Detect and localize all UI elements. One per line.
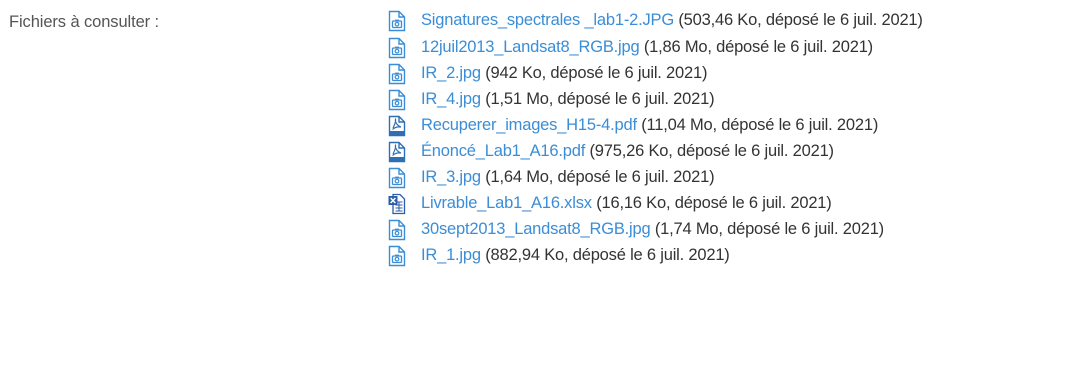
file-item: 12juil2013_Landsat8_RGB.jpg (1,86 Mo, dé… <box>388 35 1078 59</box>
file-link[interactable]: 12juil2013_Landsat8_RGB.jpg <box>421 38 640 56</box>
file-meta: (503,46 Ko, déposé le 6 juil. 2021) <box>678 11 923 29</box>
file-item: 30sept2013_Landsat8_RGB.jpg (1,74 Mo, dé… <box>388 217 1078 241</box>
file-link[interactable]: 30sept2013_Landsat8_RGB.jpg <box>421 220 651 238</box>
image-file-icon <box>388 37 406 59</box>
file-entry: Recuperer_images_H15-4.pdf (11,04 Mo, dé… <box>421 113 1078 137</box>
file-entry: IR_2.jpg (942 Ko, déposé le 6 juil. 2021… <box>421 61 1078 85</box>
image-file-icon <box>388 245 406 267</box>
file-entry: IR_3.jpg (1,64 Mo, déposé le 6 juil. 202… <box>421 165 1078 189</box>
file-link[interactable]: IR_4.jpg <box>421 90 481 108</box>
file-item: IR_1.jpg (882,94 Ko, déposé le 6 juil. 2… <box>388 243 1078 267</box>
file-link[interactable]: Énoncé_Lab1_A16.pdf <box>421 142 585 160</box>
file-link[interactable]: Signatures_spectrales _lab1-2.JPG <box>421 11 674 29</box>
file-link[interactable]: IR_2.jpg <box>421 64 481 82</box>
file-link[interactable]: IR_1.jpg <box>421 246 481 264</box>
file-link[interactable]: IR_3.jpg <box>421 168 481 186</box>
file-entry: 30sept2013_Landsat8_RGB.jpg (1,74 Mo, dé… <box>421 217 1078 241</box>
file-entry: IR_4.jpg (1,51 Mo, déposé le 6 juil. 202… <box>421 87 1078 111</box>
file-entry: Énoncé_Lab1_A16.pdf (975,26 Ko, déposé l… <box>421 139 1078 163</box>
image-file-icon <box>388 10 406 32</box>
file-item: Recuperer_images_H15-4.pdf (11,04 Mo, dé… <box>388 113 1078 137</box>
file-entry: IR_1.jpg (882,94 Ko, déposé le 6 juil. 2… <box>421 243 1078 267</box>
file-link[interactable]: Livrable_Lab1_A16.xlsx <box>421 194 592 212</box>
file-meta: (11,04 Mo, déposé le 6 juil. 2021) <box>641 116 879 134</box>
file-item: IR_2.jpg (942 Ko, déposé le 6 juil. 2021… <box>388 61 1078 85</box>
file-entry: 12juil2013_Landsat8_RGB.jpg (1,86 Mo, dé… <box>421 35 1078 59</box>
file-meta: (882,94 Ko, déposé le 6 juil. 2021) <box>485 246 730 264</box>
image-file-icon <box>388 167 406 189</box>
excel-file-icon <box>388 193 406 215</box>
file-item: IR_4.jpg (1,51 Mo, déposé le 6 juil. 202… <box>388 87 1078 111</box>
image-file-icon <box>388 63 406 85</box>
files-label: Fichiers à consulter : <box>9 13 160 31</box>
file-item: IR_3.jpg (1,64 Mo, déposé le 6 juil. 202… <box>388 165 1078 189</box>
file-meta: (1,74 Mo, déposé le 6 juil. 2021) <box>654 220 884 238</box>
file-entry: Livrable_Lab1_A16.xlsx (16,16 Ko, déposé… <box>421 191 1078 215</box>
file-link[interactable]: Recuperer_images_H15-4.pdf <box>421 116 637 134</box>
file-meta: (1,86 Mo, déposé le 6 juil. 2021) <box>643 38 873 56</box>
file-entry: Signatures_spectrales _lab1-2.JPG (503,4… <box>421 8 1078 33</box>
file-item: Énoncé_Lab1_A16.pdf (975,26 Ko, déposé l… <box>388 139 1078 163</box>
pdf-file-icon <box>388 141 406 163</box>
file-meta: (16,16 Ko, déposé le 6 juil. 2021) <box>596 194 832 212</box>
image-file-icon <box>388 219 406 241</box>
file-meta: (942 Ko, déposé le 6 juil. 2021) <box>485 64 708 82</box>
file-meta: (1,51 Mo, déposé le 6 juil. 2021) <box>485 90 715 108</box>
file-meta: (975,26 Ko, déposé le 6 juil. 2021) <box>589 142 835 160</box>
file-meta: (1,64 Mo, déposé le 6 juil. 2021) <box>485 168 715 186</box>
pdf-file-icon <box>388 115 406 137</box>
file-item: Livrable_Lab1_A16.xlsx (16,16 Ko, déposé… <box>388 191 1078 215</box>
image-file-icon <box>388 89 406 111</box>
file-item: Signatures_spectrales _lab1-2.JPG (503,4… <box>388 8 1078 33</box>
file-list: Signatures_spectrales _lab1-2.JPG (503,4… <box>388 8 1078 269</box>
